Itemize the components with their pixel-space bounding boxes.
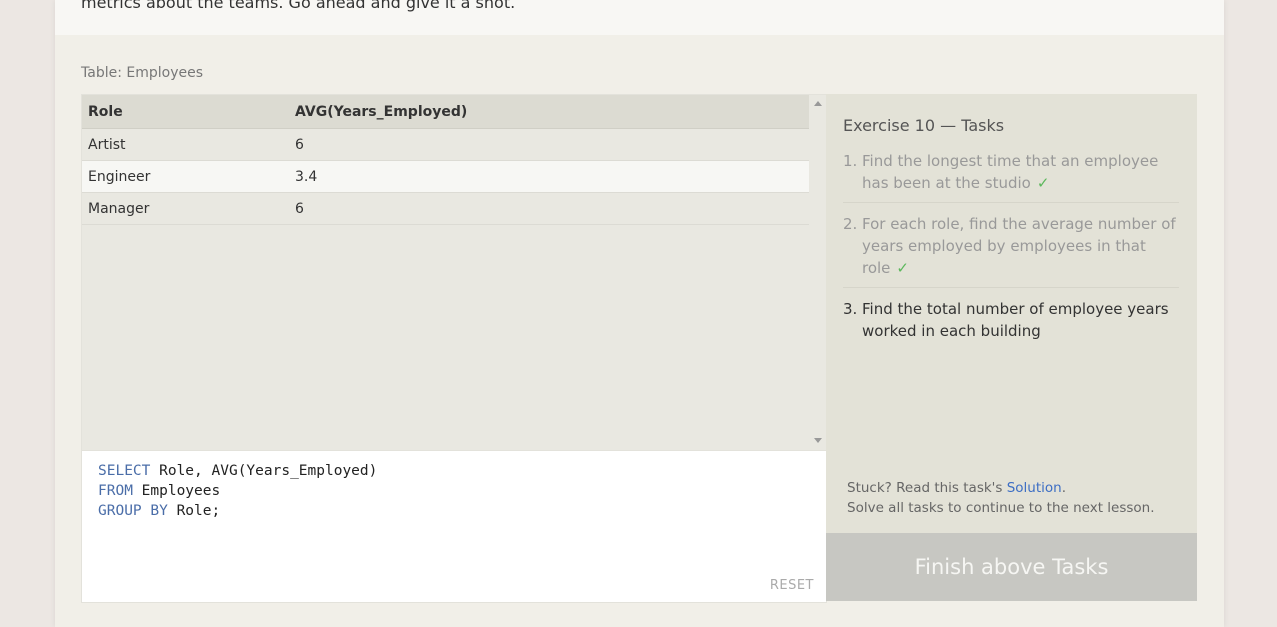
task-body: For each role, find the average number o… xyxy=(862,213,1179,279)
table-row: Engineer 3.4 xyxy=(82,160,809,193)
table-cell: Engineer xyxy=(82,160,289,193)
sql-text: Role; xyxy=(167,503,221,519)
task-text: Find the longest time that an employee h… xyxy=(862,152,1159,192)
intro-text: metrics about the teams. Go ahead and gi… xyxy=(81,0,516,12)
reset-button[interactable]: RESET xyxy=(770,578,814,593)
tasks-title: Exercise 10 — Tasks xyxy=(843,116,1005,135)
stuck-line: Stuck? Read this task's Solution. xyxy=(847,478,1155,498)
task-body: Find the total number of employee years … xyxy=(862,298,1179,342)
task-item: 2. For each role, find the average numbe… xyxy=(843,212,1179,288)
table-row: Manager 6 xyxy=(82,192,809,225)
column-header-avg-years: AVG(Years_Employed) xyxy=(289,95,809,129)
table-cell: 6 xyxy=(289,128,809,161)
sql-text: Role, AVG(Years_Employed) xyxy=(150,463,378,479)
checkmark-icon: ✓ xyxy=(896,259,909,277)
table-cell: Artist xyxy=(82,128,289,161)
tasks-panel: Exercise 10 — Tasks 1. Find the longest … xyxy=(826,94,1197,533)
sql-keyword: SELECT xyxy=(98,463,151,479)
task-number: 3. xyxy=(843,300,858,318)
sql-keyword: GROUP BY xyxy=(98,503,168,519)
checkmark-icon: ✓ xyxy=(1036,174,1050,192)
task-text: For each role, find the average number o… xyxy=(862,215,1176,277)
task-item: 3. Find the total number of employee yea… xyxy=(843,297,1179,350)
code-line-1: SELECT Role, AVG(Years_Employed) xyxy=(98,461,377,481)
sql-editor[interactable]: SELECT Role, AVG(Years_Employed) FROM Em… xyxy=(81,450,827,603)
scroll-down-arrow-icon[interactable] xyxy=(814,438,822,443)
code-line-3: GROUP BY Role; xyxy=(98,501,377,521)
finish-tasks-button[interactable]: Finish above Tasks xyxy=(826,533,1197,601)
task-text: Find the total number of employee years … xyxy=(862,300,1169,340)
column-header-role: Role xyxy=(82,95,289,129)
task-list: 1. Find the longest time that an employe… xyxy=(843,149,1179,359)
table-cell: 6 xyxy=(289,192,809,225)
stuck-prefix: Stuck? Read this task's xyxy=(847,480,1007,496)
intro-section: metrics about the teams. Go ahead and gi… xyxy=(55,0,1224,35)
scroll-up-arrow-icon[interactable] xyxy=(814,101,822,106)
table-row: Artist 6 xyxy=(82,128,809,161)
table-cell: Manager xyxy=(82,192,289,225)
lesson-page: metrics about the teams. Go ahead and gi… xyxy=(55,0,1224,627)
results-scrollbar[interactable] xyxy=(810,95,826,451)
task-number: 2. xyxy=(843,215,858,233)
sql-code[interactable]: SELECT Role, AVG(Years_Employed) FROM Em… xyxy=(98,461,377,521)
code-line-2: FROM Employees xyxy=(98,481,377,501)
sql-text: Employees xyxy=(132,483,221,499)
continue-text: Solve all tasks to continue to the next … xyxy=(847,500,1155,516)
results-table: Role AVG(Years_Employed) Artist 6 Engine… xyxy=(82,95,809,225)
solution-link[interactable]: Solution xyxy=(1007,480,1062,496)
table-header-row: Role AVG(Years_Employed) xyxy=(82,95,809,129)
task-number: 1. xyxy=(843,152,858,170)
stuck-suffix: . xyxy=(1061,480,1067,496)
table-cell: 3.4 xyxy=(289,160,809,193)
sql-keyword: FROM xyxy=(98,483,133,499)
task-body: Find the longest time that an employee h… xyxy=(862,150,1179,194)
task-item: 1. Find the longest time that an employe… xyxy=(843,149,1179,203)
table-caption: Table: Employees xyxy=(81,65,204,81)
stuck-help: Stuck? Read this task's Solution. Solve … xyxy=(847,478,1155,518)
results-panel: Role AVG(Years_Employed) Artist 6 Engine… xyxy=(81,94,827,452)
